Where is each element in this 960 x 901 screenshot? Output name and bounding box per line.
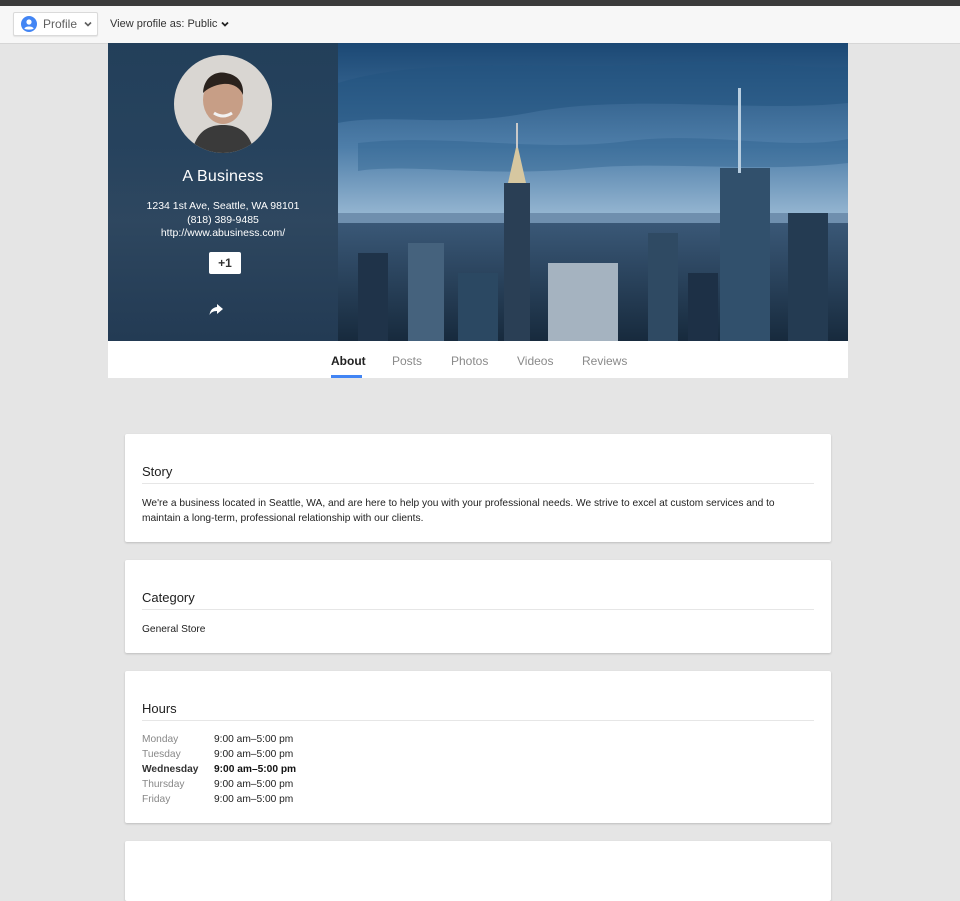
tab-about[interactable]: About — [331, 354, 366, 368]
chevron-down-icon — [84, 21, 92, 27]
business-info-panel: A Business 1234 1st Ave, Seattle, WA 981… — [108, 43, 338, 341]
chevron-down-icon — [221, 21, 230, 27]
toolbar: Profile View profile as: Public — [0, 6, 960, 44]
profile-label: Profile — [43, 17, 78, 31]
hours-day: Monday — [142, 734, 179, 745]
active-tab-indicator — [331, 375, 362, 378]
tab-reviews[interactable]: Reviews — [582, 354, 627, 368]
hours-time: 9:00 am–5:00 pm — [214, 794, 294, 805]
story-card: Story We're a business located in Seattl… — [125, 434, 831, 542]
hours-day: Tuesday — [142, 749, 181, 760]
view-as-label: View profile as: Public — [110, 18, 218, 30]
hours-time: 9:00 am–5:00 pm — [214, 734, 294, 745]
plus-one-button[interactable]: +1 — [209, 252, 241, 274]
business-name: A Business — [182, 168, 264, 185]
hours-title: Hours — [142, 701, 177, 716]
business-contact: 1234 1st Ave, Seattle, WA 98101 (818) 38… — [108, 200, 338, 241]
share-icon[interactable] — [208, 301, 224, 317]
story-text: We're a business located in Seattle, WA,… — [142, 498, 775, 524]
business-phone[interactable]: (818) 389-9485 — [108, 214, 338, 228]
profile-tabs: About Posts Photos Videos Reviews — [108, 341, 848, 378]
tab-posts[interactable]: Posts — [392, 354, 422, 368]
divider — [142, 720, 814, 721]
hours-time: 9:00 am–5:00 pm — [214, 749, 294, 760]
divider — [142, 609, 814, 610]
category-title: Category — [142, 590, 195, 605]
business-website[interactable]: http://www.abusiness.com/ — [108, 227, 338, 241]
hours-card: Hours Monday 9:00 am–5:00 pm Tuesday 9:0… — [125, 671, 831, 823]
hours-day: Wednesday — [142, 764, 199, 775]
hours-day: Thursday — [142, 779, 185, 790]
profile-dropdown-button[interactable]: Profile — [13, 12, 98, 36]
cover-section: A Business 1234 1st Ave, Seattle, WA 981… — [108, 43, 848, 341]
hours-time: 9:00 am–5:00 pm — [214, 764, 297, 775]
hours-day: Friday — [142, 794, 171, 805]
next-card — [125, 841, 831, 901]
story-title: Story — [142, 464, 173, 479]
avatar[interactable] — [174, 55, 272, 153]
tab-videos[interactable]: Videos — [517, 354, 553, 368]
business-address: 1234 1st Ave, Seattle, WA 98101 — [146, 200, 300, 212]
category-card: Category General Store — [125, 560, 831, 653]
hours-time: 9:00 am–5:00 pm — [214, 779, 294, 790]
divider — [142, 483, 814, 484]
profile-icon — [21, 16, 37, 32]
view-profile-as-dropdown[interactable]: View profile as: Public — [110, 18, 230, 30]
category-value: General Store — [142, 624, 206, 635]
tab-photos[interactable]: Photos — [451, 354, 488, 368]
